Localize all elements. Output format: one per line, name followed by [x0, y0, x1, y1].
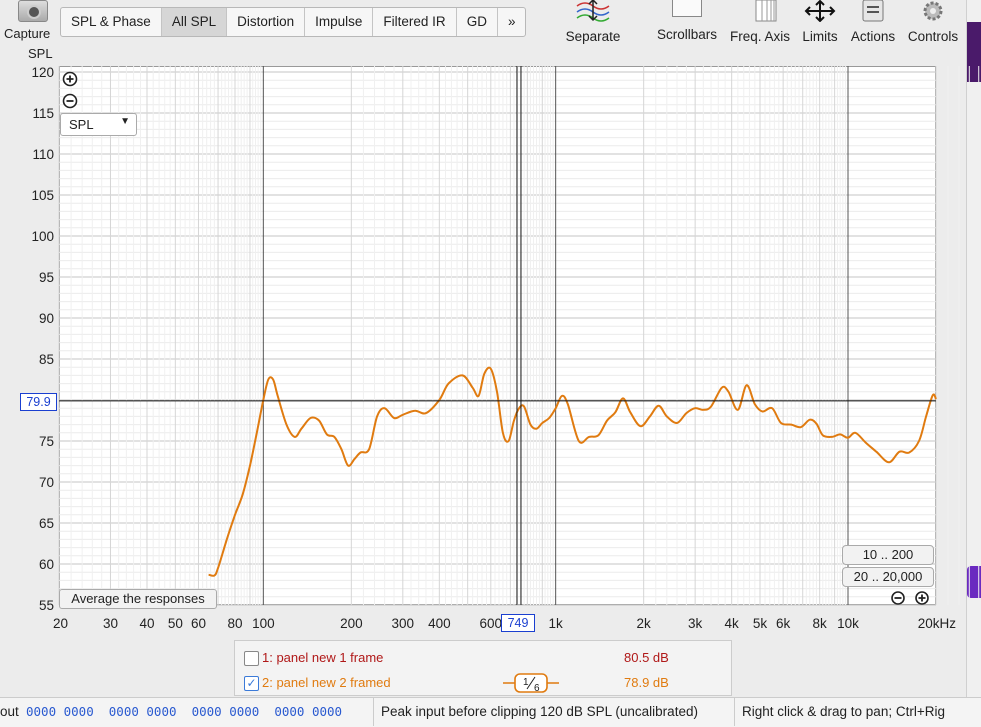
x-zoom-out-icon[interactable] [891, 591, 905, 605]
x-tick-label: 40 [139, 616, 154, 631]
range-button-20-20000[interactable]: 20 .. 20,000 [842, 567, 934, 587]
x-tick-label: 20 [53, 616, 68, 631]
y-tick-label: 115 [32, 106, 54, 121]
legend-checkbox-2[interactable]: ✓ [244, 676, 259, 691]
y-tick-label: 65 [39, 516, 54, 531]
x-tick-label: 10k [837, 616, 859, 631]
legend-label-1: 1: panel new 1 frame [262, 650, 384, 665]
status-hint: Right click & drag to pan; Ctrl+Rig [734, 698, 945, 726]
x-tick-label: 400 [428, 616, 451, 631]
x-tick-label: 600 [480, 616, 503, 631]
x-tick-label: 1k [549, 616, 564, 631]
legend-value-2: 78.9 dB [624, 675, 669, 690]
x-zoom-in-icon[interactable] [915, 591, 929, 605]
x-tick-label: 3k [688, 616, 703, 631]
legend-label-2: 2: panel new 2 framed [262, 675, 391, 690]
range-button-10-200[interactable]: 10 .. 200 [842, 545, 934, 565]
x-tick-label: 60 [191, 616, 206, 631]
smoothing-icon[interactable]: 1 6 [501, 673, 561, 693]
legend-panel: 1: panel new 1 frame 80.5 dB ✓ 2: panel … [234, 640, 732, 696]
smoothing-denominator: 6 [534, 683, 540, 693]
x-tick-label: 5k [753, 616, 768, 631]
y-tick-label: 95 [39, 270, 54, 285]
x-tick-label: 6k [776, 616, 791, 631]
y-tick-label: 90 [39, 311, 54, 326]
y-tick-label: 110 [32, 147, 54, 162]
x-tick-label: 200 [340, 616, 363, 631]
y-tick-label: 75 [39, 434, 54, 449]
y-tick-label: 55 [39, 598, 54, 613]
x-tick-label: 20kHz [918, 616, 957, 631]
status-left-fragment: out [0, 704, 19, 719]
mode-select-value: SPL [69, 117, 94, 132]
chevron-down-icon: ▼ [120, 116, 130, 127]
y-tick-label: 70 [39, 475, 54, 490]
status-hex-values: 0000 0000 0000 0000 0000 0000 0000 0000 [26, 704, 343, 719]
status-peak-input: Peak input before clipping 120 dB SPL (u… [373, 698, 698, 726]
y-tick-label: 120 [31, 65, 54, 80]
x-tick-label: 100 [252, 616, 275, 631]
status-bar: out 0000 0000 0000 0000 0000 0000 0000 0… [0, 697, 981, 727]
y-tick-label: 60 [39, 557, 54, 572]
zoom-out-icon[interactable] [62, 93, 78, 109]
x-tick-label: 4k [725, 616, 740, 631]
y-tick-label: 105 [31, 188, 54, 203]
cursor-x-readout: 749 [501, 614, 535, 632]
average-responses-button[interactable]: Average the responses [59, 589, 217, 609]
x-tick-label: 300 [392, 616, 415, 631]
x-tick-label: 30 [103, 616, 118, 631]
x-tick-label: 80 [227, 616, 242, 631]
y-tick-label: 100 [31, 229, 54, 244]
legend-value-1: 80.5 dB [624, 650, 669, 665]
mode-select[interactable]: SPL ▼ [60, 113, 137, 136]
y-tick-label: 85 [39, 352, 54, 367]
spl-chart: 55 60 65 70 75 85 90 95 100 105 110 115 120 20 30 40 50 6… [31, 65, 980, 631]
legend-checkbox-1[interactable] [244, 651, 259, 666]
x-tick-label: 2k [637, 616, 652, 631]
x-tick-label: 50 [168, 616, 183, 631]
smoothing-numerator: 1 [523, 677, 529, 688]
cursor-y-readout: 79.9 [20, 393, 57, 411]
x-tick-label: 8k [813, 616, 828, 631]
zoom-in-icon[interactable] [62, 71, 78, 87]
series-line [208, 366, 937, 577]
